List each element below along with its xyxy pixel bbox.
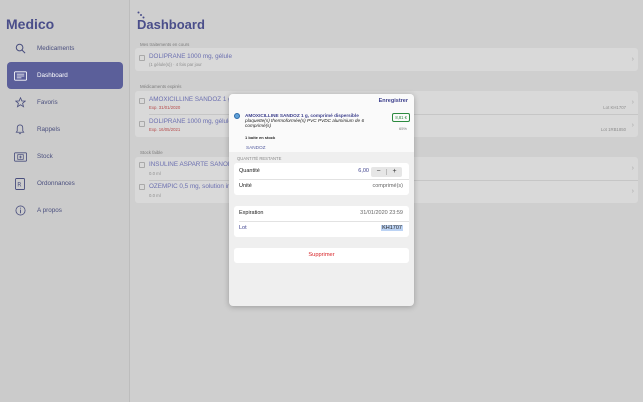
sidebar-item-stock[interactable]: Stock bbox=[7, 143, 123, 170]
app-title: Medico bbox=[6, 16, 55, 32]
sidebar-item-label: A propos bbox=[37, 207, 62, 214]
sidebar-item-label: Medicaments bbox=[37, 45, 75, 52]
lot-number: Lot KH1707 bbox=[603, 105, 626, 110]
expiration-group: Expiration 31/01/2020 23:59 Lot KH1707 bbox=[234, 206, 409, 237]
sidebar-item-medicaments[interactable]: Medicaments bbox=[7, 35, 123, 62]
drug-name: AMOXICILLINE SANDOZ 1 g, c bbox=[149, 96, 239, 103]
page-title: Dashboard bbox=[137, 17, 205, 32]
list-item[interactable]: DOLIPRANE 1000 mg, gélule (1 gélule(s)) … bbox=[135, 48, 638, 71]
sidebar-item-favoris[interactable]: Favoris bbox=[7, 89, 123, 116]
checkbox[interactable] bbox=[139, 121, 145, 127]
drug-sub: (1 gélule(s)) · 4 fois par jour bbox=[149, 62, 202, 67]
svg-text:R: R bbox=[17, 181, 21, 188]
bell-icon bbox=[11, 124, 29, 135]
quantity-group: Quantité 6,00 − + Unité comprimé(s) bbox=[234, 163, 409, 195]
reimbursement-rate: 65% bbox=[398, 126, 407, 131]
unit-value[interactable]: comprimé(s) bbox=[372, 183, 403, 189]
edit-stock-modal: Enregistrer AMOXICILLINE SANDOZ 1 g, com… bbox=[229, 94, 414, 306]
box-stock-count: 1 boite en stock bbox=[245, 135, 276, 140]
drug-name: OZEMPIC 0,5 mg, solution inje bbox=[149, 183, 236, 190]
section-current-label: Mes traitements en cours bbox=[140, 42, 190, 47]
expiration-label: Expiration bbox=[239, 210, 264, 216]
star-icon bbox=[11, 97, 29, 108]
drug-name: DOLIPRANE 1000 mg, gélule bbox=[149, 118, 232, 125]
expiration-value[interactable]: 31/01/2020 23:59 bbox=[360, 210, 403, 216]
checkbox[interactable] bbox=[139, 55, 145, 61]
laboratory-link[interactable]: SANDOZ bbox=[246, 145, 266, 150]
section-low-stock-label: Stock faible bbox=[140, 150, 163, 155]
sidebar: Medico Medicaments Dashboard Favoris Rap… bbox=[0, 0, 130, 402]
lot-number: Lot 1RB1850 bbox=[600, 127, 626, 132]
drug-stock: 0.0 ml bbox=[149, 193, 161, 198]
chevron-right-icon: › bbox=[631, 188, 634, 195]
divider bbox=[239, 221, 409, 222]
increment-button[interactable]: + bbox=[387, 167, 402, 177]
section-expired-label: Médicaments expirés bbox=[140, 84, 182, 89]
pill-icon bbox=[234, 113, 240, 119]
checkbox[interactable] bbox=[139, 184, 145, 190]
current-card: DOLIPRANE 1000 mg, gélule (1 gélule(s)) … bbox=[135, 48, 638, 71]
stock-icon bbox=[11, 151, 29, 162]
chevron-right-icon: › bbox=[631, 56, 634, 63]
unit-label: Unité bbox=[239, 183, 252, 189]
sidebar-item-label: Ordonnances bbox=[37, 180, 75, 187]
sidebar-item-label: Favoris bbox=[37, 99, 58, 106]
drug-detail: plaquette(s) thermoformée(s) PVC PVDC al… bbox=[245, 118, 365, 129]
chevron-right-icon: › bbox=[631, 165, 634, 172]
lot-field[interactable]: KH1707 bbox=[381, 225, 403, 231]
quantity-value[interactable]: 6,00 bbox=[358, 168, 369, 174]
delete-button[interactable]: Supprimer bbox=[234, 248, 409, 263]
drug-expiry: Exp. 31/01/2020 bbox=[149, 105, 181, 110]
sidebar-item-label: Stock bbox=[37, 153, 53, 160]
drug-expiry: Exp. 16/05/2021 bbox=[149, 127, 181, 132]
drug-name: DOLIPRANE 1000 mg, gélule bbox=[149, 53, 232, 60]
quantity-label: Quantité bbox=[239, 168, 260, 174]
sidebar-item-dashboard[interactable]: Dashboard bbox=[7, 62, 123, 89]
sidebar-item-a-propos[interactable]: A propos bbox=[7, 197, 123, 224]
decrement-button[interactable]: − bbox=[371, 167, 386, 177]
chevron-right-icon: › bbox=[631, 99, 634, 106]
price-badge: 8,81 € bbox=[392, 113, 410, 122]
checkbox[interactable] bbox=[139, 162, 145, 168]
sidebar-item-rappels[interactable]: Rappels bbox=[7, 116, 123, 143]
modal-header: Enregistrer AMOXICILLINE SANDOZ 1 g, com… bbox=[229, 94, 414, 152]
sidebar-item-label: Dashboard bbox=[37, 72, 68, 79]
divider bbox=[239, 179, 409, 180]
drug-stock: 0.0 ml bbox=[149, 171, 161, 176]
prescription-icon: R bbox=[11, 177, 29, 190]
dashboard-icon bbox=[11, 70, 29, 81]
sidebar-item-label: Rappels bbox=[37, 126, 61, 133]
sidebar-nav: Medicaments Dashboard Favoris Rappels St… bbox=[7, 35, 123, 224]
save-button[interactable]: Enregistrer bbox=[379, 98, 408, 104]
sidebar-item-ordonnances[interactable]: R Ordonnances bbox=[7, 170, 123, 197]
drug-description: AMOXICILLINE SANDOZ 1 g, comprimé disper… bbox=[245, 113, 385, 129]
info-icon bbox=[11, 205, 29, 216]
chevron-right-icon: › bbox=[631, 122, 634, 129]
quantity-section-label: QUANTITÉ RESTANTE bbox=[237, 156, 282, 161]
search-icon bbox=[11, 43, 29, 54]
quantity-stepper[interactable]: − + bbox=[371, 167, 402, 177]
checkbox[interactable] bbox=[139, 98, 145, 104]
lot-label: Lot bbox=[239, 225, 247, 231]
